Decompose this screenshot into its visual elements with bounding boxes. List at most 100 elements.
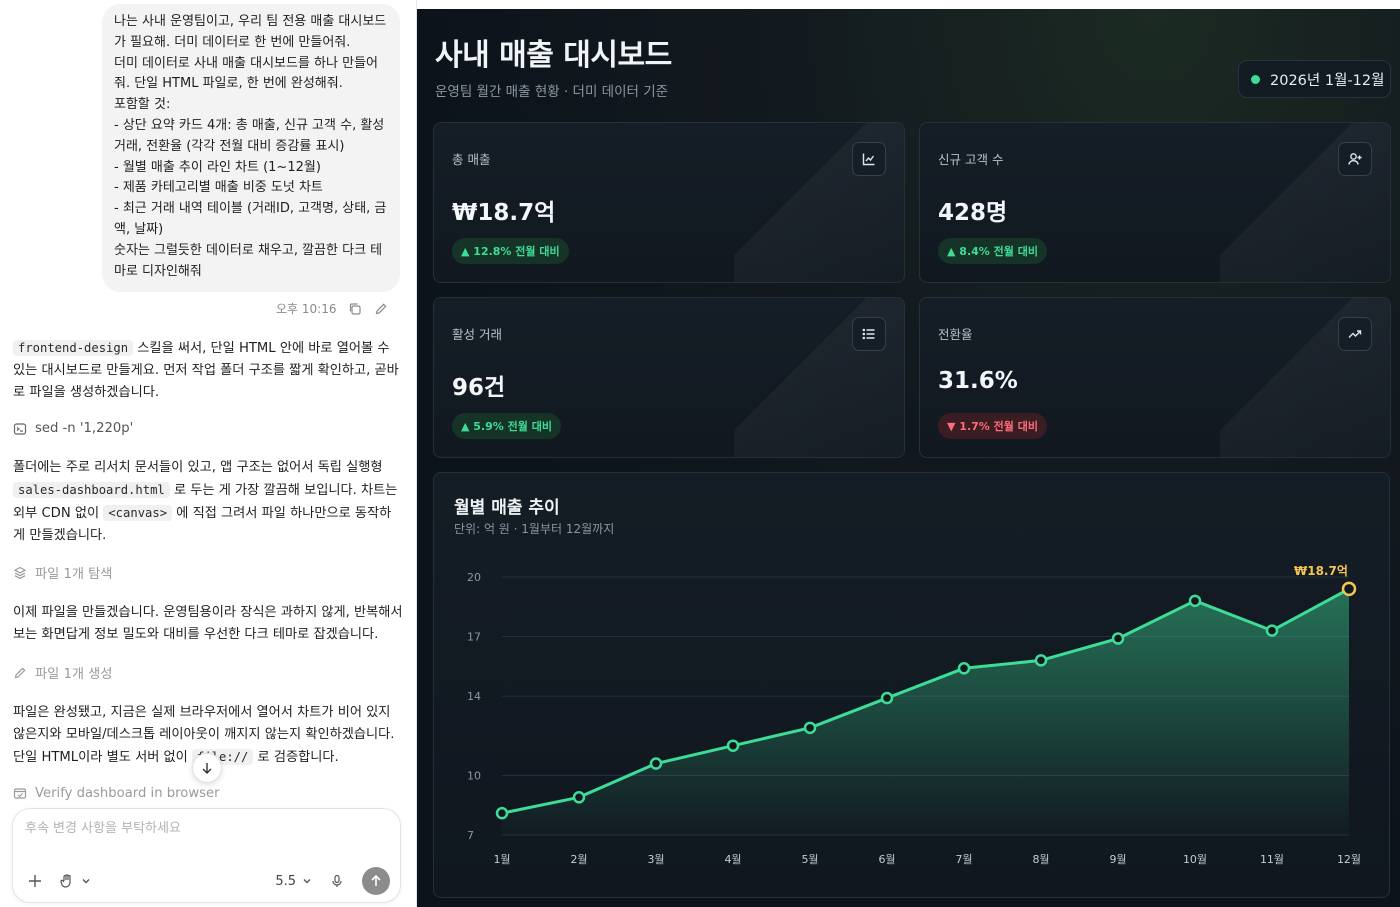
monthly-revenue-chart-card: 월별 매출 추이 단위: 억 원 · 1월부터 12월까지 20 17 14 10 7 ₩…	[433, 472, 1390, 898]
chevron-down-icon	[82, 879, 90, 884]
hand-icon	[60, 874, 71, 888]
line-chart-icon	[852, 142, 886, 176]
terminal-icon	[13, 422, 27, 435]
summary-card-active-deals: 활성 거래 96건 ▲ 5.9% 전월 대비	[433, 297, 905, 458]
chat-pane: 나는 사내 운영팀이고, 우리 팀 전용 매출 대시보드가 필요해. 더미 데이…	[0, 0, 417, 907]
data-point	[1111, 632, 1125, 645]
step-explore[interactable]: 파일 1개 탐색	[13, 563, 112, 582]
step-command[interactable]: sed -n '1,220p'	[13, 421, 133, 436]
card-value: 96건	[452, 375, 506, 401]
send-button[interactable]	[362, 867, 390, 895]
y-tick-label: 14	[467, 690, 481, 703]
y-tick-label: 17	[467, 631, 481, 644]
scroll-down-button[interactable]	[192, 753, 222, 783]
x-tick-label: 1월	[493, 853, 510, 866]
composer-input[interactable]	[25, 821, 385, 836]
data-point	[495, 806, 509, 820]
inline-code: <canvas>	[103, 505, 173, 521]
step-label: sed -n '1,220p'	[35, 421, 134, 436]
message-meta: 오후 10:16	[276, 300, 388, 317]
data-point	[572, 791, 586, 804]
area-fill	[502, 588, 1349, 835]
trending-up-icon	[1338, 317, 1372, 351]
step-label: 파일 1개 탐색	[35, 567, 113, 582]
data-point	[880, 691, 894, 705]
highlight-label: ₩18.7억	[1294, 564, 1348, 578]
dashboard-preview: 사내 매출 대시보드 운영팀 월간 매출 현황 · 더미 데이터 기준 2026…	[417, 0, 1400, 907]
change-badge: ▲ 8.4% 전월 대비	[938, 238, 1047, 264]
card-label: 신규 고객 수	[938, 152, 1004, 167]
x-tick-label: 12월	[1337, 853, 1361, 866]
step-label: 파일 1개 생성	[35, 667, 113, 682]
status-dot-icon	[1251, 74, 1260, 84]
summary-card-total-revenue: 총 매출 ₩18.7억 ▲ 12.8% 전월 대비	[433, 122, 905, 283]
assistant-message-3: 이제 파일을 만들겠습니다. 운영팀용이라 장식은 과하지 않게, 반복해서 보…	[13, 605, 403, 642]
plus-icon[interactable]	[27, 873, 43, 889]
data-point	[1265, 624, 1279, 637]
layers-icon	[13, 566, 27, 579]
x-tick-label: 8월	[1032, 853, 1049, 866]
hand-menu-button[interactable]	[59, 873, 91, 889]
y-tick-label: 20	[467, 571, 481, 584]
card-label: 전환율	[938, 327, 973, 342]
card-label: 총 매출	[452, 152, 491, 167]
inline-code: sales-dashboard.html	[13, 482, 170, 498]
y-tick-label: 10	[467, 769, 481, 782]
step-create[interactable]: 파일 1개 생성	[13, 663, 112, 682]
y-tick-label: 7	[467, 829, 474, 842]
change-badge: ▲ 5.9% 전월 대비	[452, 413, 561, 439]
composer: 5.5	[12, 808, 401, 903]
composer-right-tools: 5.5	[275, 867, 390, 895]
change-badge: ▲ 12.8% 전월 대비	[452, 238, 569, 264]
arrow-up-icon	[371, 874, 381, 886]
x-tick-label: 2월	[570, 853, 587, 866]
data-point	[1188, 594, 1202, 608]
line-chart: 20 17 14 10 7 ₩18.7억 1월 2월 3월 4월 5월 6월 7월 8월 9월 10월 11월 1…	[467, 564, 1361, 866]
user-plus-icon	[1338, 142, 1372, 176]
step-verify[interactable]: Verify dashboard in browser	[13, 786, 220, 801]
pencil-icon	[14, 667, 26, 678]
summary-card-new-customers: 신규 고객 수 428명 ▲ 8.4% 전월 대비	[919, 122, 1391, 283]
change-badge: ▼ 1.7% 전월 대비	[938, 413, 1047, 439]
message-text: 폴더에는 주로 리서치 문서들이 있고, 앱 구조는 없어서 독립 실행형	[13, 460, 383, 475]
x-tick-label: 9월	[1109, 853, 1126, 866]
assistant-message-1: frontend-design 스킬을 써서, 단일 HTML 안에 바로 열어…	[13, 337, 403, 404]
x-tick-label: 5월	[801, 853, 818, 866]
dashboard-subtitle: 운영팀 월간 매출 현황 · 더미 데이터 기준	[435, 84, 669, 100]
model-selector[interactable]: 5.5	[275, 874, 312, 889]
list-icon	[852, 317, 886, 351]
inline-code: frontend-design	[13, 340, 134, 356]
card-label: 활성 거래	[452, 327, 502, 342]
data-point	[1341, 581, 1357, 597]
data-point	[649, 757, 663, 770]
assistant-message-2: 폴더에는 주로 리서치 문서들이 있고, 앱 구조는 없어서 독립 실행형 sa…	[13, 457, 403, 547]
data-point	[726, 739, 740, 752]
edit-icon[interactable]	[374, 302, 388, 316]
x-tick-label: 3월	[647, 853, 664, 866]
message-timestamp: 오후 10:16	[276, 302, 337, 316]
browser-check-icon	[13, 787, 27, 799]
summary-card-conversion-rate: 전환율 31.6% ▼ 1.7% 전월 대비	[919, 297, 1391, 458]
x-tick-label: 7월	[955, 853, 972, 866]
microphone-icon[interactable]	[330, 874, 344, 888]
message-text: 로 검증합니다.	[253, 750, 339, 765]
dashboard-title: 사내 매출 대시보드	[435, 38, 672, 73]
x-tick-label: 6월	[878, 853, 895, 866]
x-tick-label: 4월	[724, 853, 741, 866]
composer-left-tools	[27, 873, 91, 889]
arrow-down-icon	[202, 763, 212, 774]
card-value: ₩18.7억	[452, 200, 556, 226]
data-point	[803, 721, 817, 735]
x-tick-label: 10월	[1183, 853, 1207, 866]
step-label: Verify dashboard in browser	[35, 786, 220, 801]
copy-icon[interactable]	[348, 302, 362, 316]
model-label: 5.5	[275, 873, 296, 889]
card-value: 428명	[938, 200, 1008, 226]
card-value: 31.6%	[938, 368, 1018, 394]
period-label: 2026년 1월-12월	[1270, 72, 1385, 89]
top-strip	[417, 0, 1400, 9]
x-tick-label: 11월	[1260, 853, 1284, 866]
period-badge[interactable]: 2026년 1월-12월	[1238, 60, 1391, 98]
app-window: 나는 사내 운영팀이고, 우리 팀 전용 매출 대시보드가 필요해. 더미 데이…	[0, 0, 1400, 907]
data-point	[957, 662, 971, 675]
